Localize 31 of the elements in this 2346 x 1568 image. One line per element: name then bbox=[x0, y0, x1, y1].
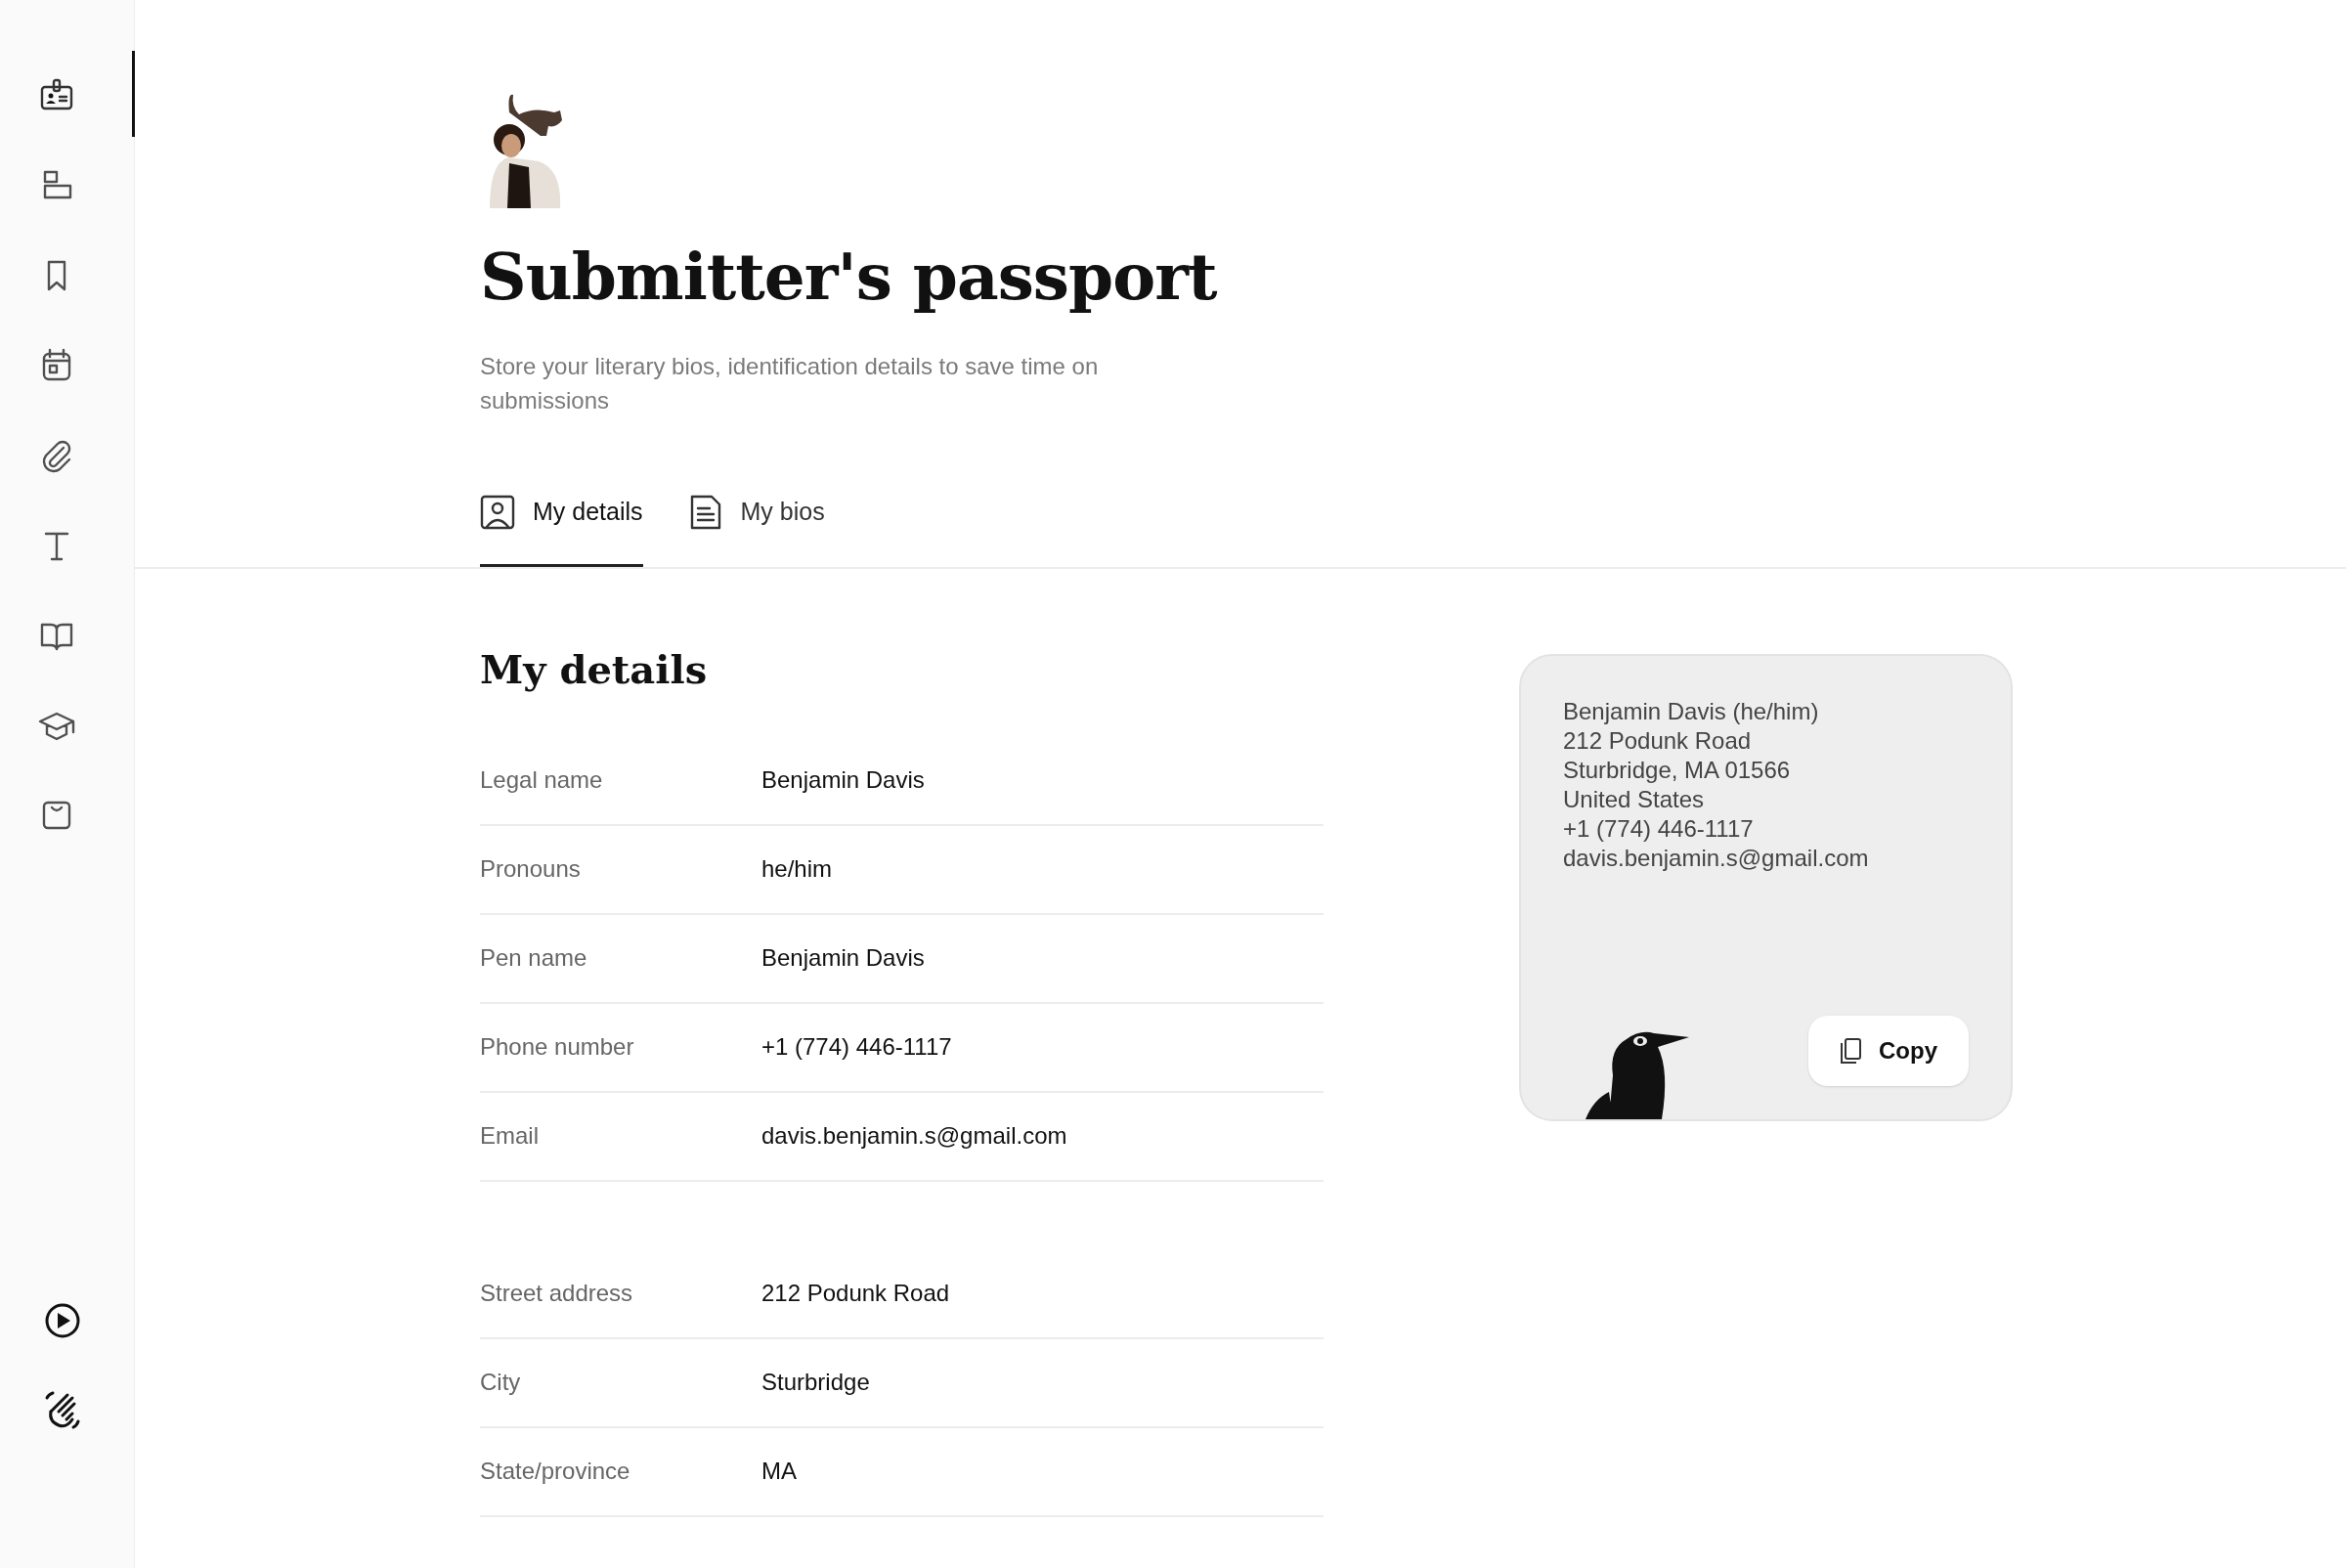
field-label: City bbox=[480, 1368, 522, 1397]
tab[interactable]: My details bbox=[480, 494, 643, 567]
copy-button[interactable]: Copy bbox=[1808, 1015, 1969, 1086]
card-text-line: Benjamin Davis (he/him) bbox=[1563, 696, 1820, 726]
field-value: he/him bbox=[761, 854, 833, 884]
field-value: davis.benjamin.s@gmail.com bbox=[761, 1121, 1067, 1151]
page-subtitle: Store your literary bios, identification details to save time on submissions bbox=[480, 352, 1100, 415]
field-value: Benjamin Davis bbox=[761, 943, 925, 973]
field-label: State/province bbox=[480, 1457, 631, 1486]
field-label: Street address bbox=[480, 1279, 634, 1308]
field-value: Benjamin Davis bbox=[761, 765, 925, 795]
card-text-line: davis.benjamin.s@gmail.com bbox=[1563, 843, 1870, 873]
field-label: Legal name bbox=[480, 765, 604, 795]
play-icon[interactable] bbox=[43, 1302, 81, 1339]
tab[interactable]: My bios bbox=[687, 494, 825, 567]
field-label: Pen name bbox=[480, 943, 588, 973]
card-text-line: +1 (774) 446-1117 bbox=[1563, 813, 1755, 844]
field-value: +1 (774) 446-1117 bbox=[761, 1032, 952, 1062]
field-label: Pronouns bbox=[480, 854, 582, 884]
field-value: MA bbox=[761, 1457, 797, 1486]
field-label: Phone number bbox=[480, 1032, 635, 1062]
card-text-line: 212 Podunk Road bbox=[1563, 725, 1753, 756]
field-value: Sturbridge bbox=[761, 1368, 870, 1397]
card-text-line: United States bbox=[1563, 784, 1706, 814]
page-title: Submitter's passport bbox=[480, 238, 1218, 316]
card-text-line: Sturbridge, MA 01566 bbox=[1563, 755, 1792, 785]
field-label: Email bbox=[480, 1121, 540, 1151]
field-value: 212 Podunk Road bbox=[761, 1279, 950, 1308]
person-icon bbox=[480, 494, 515, 530]
copy-icon bbox=[1840, 1037, 1861, 1064]
section-heading: My details bbox=[480, 644, 709, 694]
